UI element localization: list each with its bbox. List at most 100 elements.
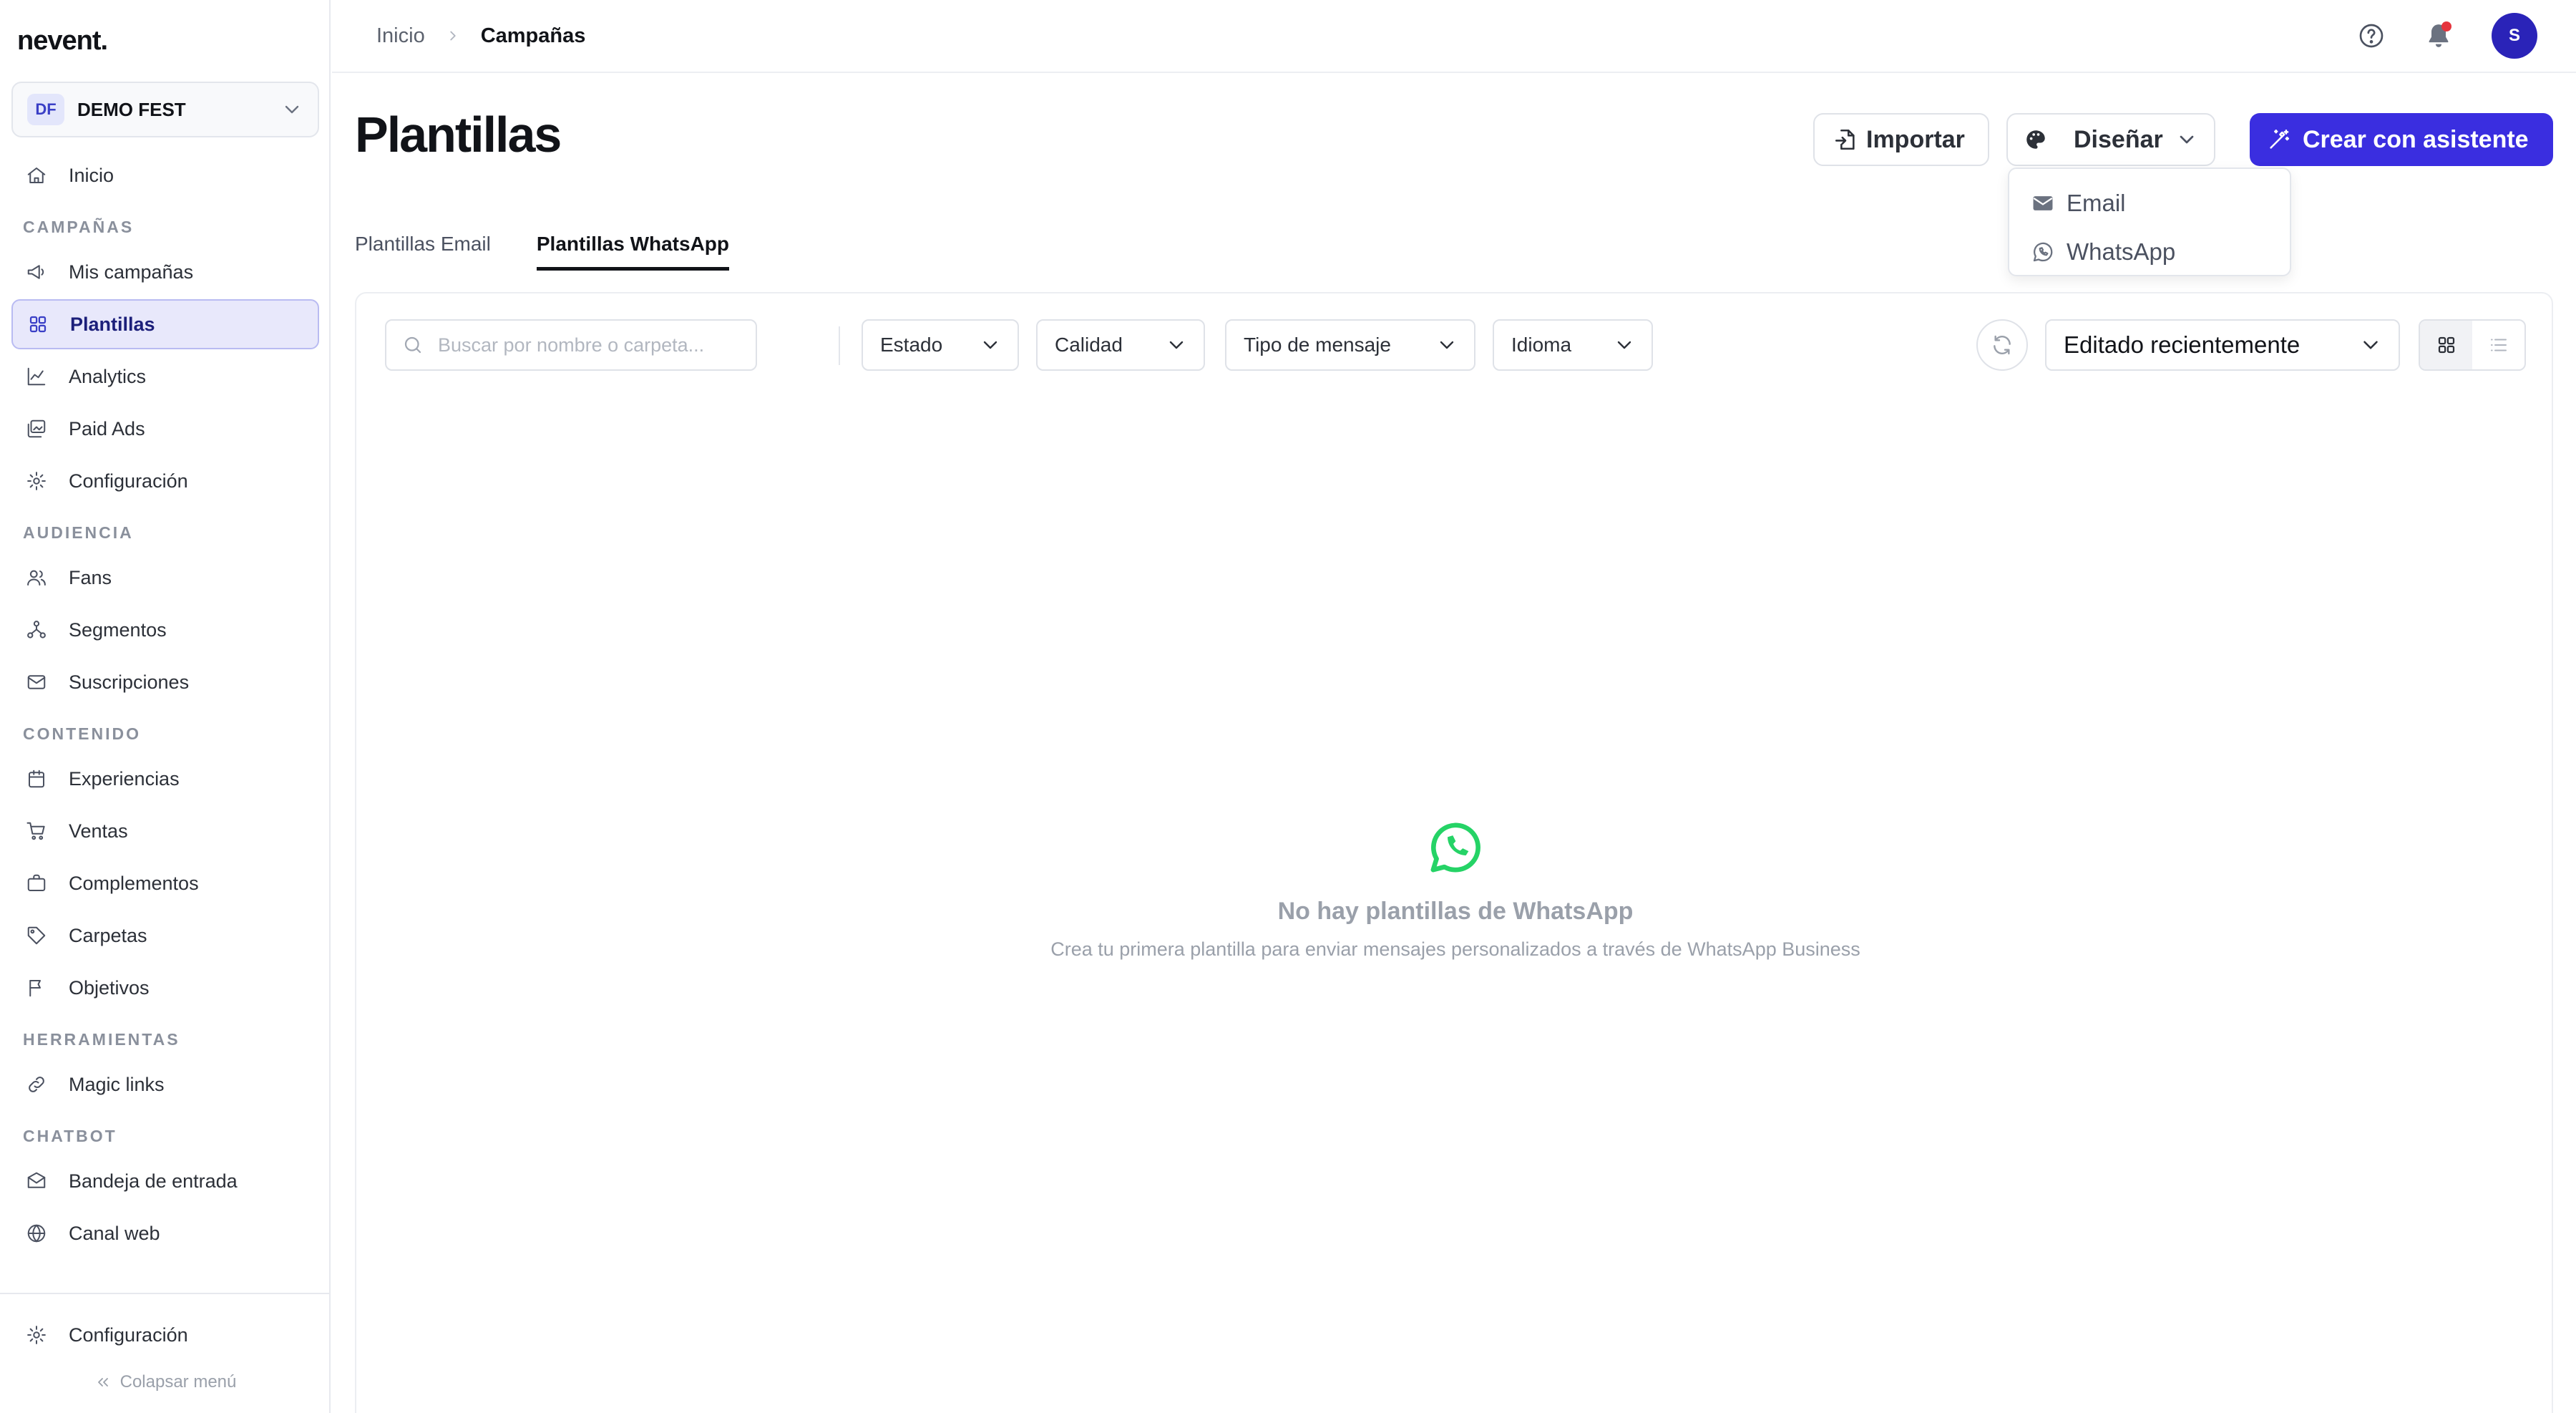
sidebar-item-configuracion[interactable]: Configuración xyxy=(11,1310,319,1360)
sidebar-item-paid-ads[interactable]: Paid Ads xyxy=(11,404,319,454)
sidebar-item-magic-links[interactable]: Magic links xyxy=(11,1059,319,1109)
sidebar-item-objetivos[interactable]: Objetivos xyxy=(11,963,319,1013)
sidebar-item-plantillas[interactable]: Plantillas xyxy=(11,299,319,349)
tab-plantillas-whatsapp[interactable]: Plantillas WhatsApp xyxy=(536,218,730,271)
sidebar-item-canal-web[interactable]: Canal web xyxy=(11,1208,319,1258)
whatsapp-icon xyxy=(2033,242,2053,262)
sidebar-item-label: Configuración xyxy=(69,470,188,492)
sidebar-item-ventas[interactable]: Ventas xyxy=(11,806,319,856)
sidebar-item-configuracion-campanas[interactable]: Configuración xyxy=(11,456,319,506)
grid-icon xyxy=(2438,336,2454,354)
design-menu-whatsapp-label: WhatsApp xyxy=(2067,238,2176,265)
whatsapp-icon xyxy=(1430,822,1480,873)
empty-state-subtitle: Crea tu primera plantilla para enviar me… xyxy=(1050,938,1860,960)
empty-state: No hay plantillas de WhatsApp Crea tu pr… xyxy=(356,816,2555,961)
user-avatar[interactable]: S xyxy=(2492,13,2537,59)
file-import-icon xyxy=(1835,129,1855,150)
design-menu-email[interactable]: Email xyxy=(2009,179,2290,228)
sidebar-item-segmentos[interactable]: Segmentos xyxy=(11,605,319,655)
create-with-assistant-button[interactable]: Crear con asistente xyxy=(2250,113,2553,166)
magic-wand-icon xyxy=(2270,129,2290,149)
search-box[interactable] xyxy=(385,319,757,371)
chevrons-left-icon xyxy=(97,1378,108,1387)
workspace-name: DEMO FEST xyxy=(77,98,186,120)
refresh-icon xyxy=(1994,335,2011,355)
design-button[interactable]: Diseñar xyxy=(2006,113,2215,166)
breadcrumb-campanas: Campañas xyxy=(480,24,586,47)
chart-line-icon xyxy=(27,367,46,386)
import-button-label: Importar xyxy=(1866,125,1965,153)
chevron-down-icon xyxy=(2180,135,2194,144)
filter-tipo-label: Tipo de mensaje xyxy=(1244,334,1391,356)
help-button[interactable] xyxy=(2357,21,2386,50)
sidebar-item-suscripciones[interactable]: Suscripciones xyxy=(11,657,319,707)
sidebar-item-label: Canal web xyxy=(69,1222,160,1244)
chevron-down-icon xyxy=(2363,341,2378,349)
sidebar-item-label: Bandeja de entrada xyxy=(69,1170,238,1192)
section-label-contenido: CONTENIDO xyxy=(23,724,141,743)
search-input[interactable] xyxy=(438,334,746,356)
workspace-selector[interactable]: DF DEMO FEST xyxy=(11,82,319,137)
workspace-badge: DF xyxy=(27,94,64,125)
list-view-button[interactable] xyxy=(2472,321,2524,369)
palette-icon xyxy=(2026,130,2045,149)
users-icon xyxy=(27,570,46,586)
link-icon xyxy=(29,1077,44,1092)
chevron-down-icon xyxy=(983,341,997,349)
sidebar-item-label: Paid Ads xyxy=(69,417,145,440)
sidebar-item-inicio[interactable]: Inicio xyxy=(11,150,319,200)
filter-calidad-label: Calidad xyxy=(1055,334,1123,356)
grid-view-button[interactable] xyxy=(2420,321,2472,369)
chevron-down-icon xyxy=(1169,341,1184,349)
image-stack-icon xyxy=(27,419,46,438)
filter-tipo-de-mensaje[interactable]: Tipo de mensaje xyxy=(1225,319,1475,371)
cart-icon xyxy=(26,822,45,840)
toolbar-divider xyxy=(839,326,840,365)
filter-estado[interactable]: Estado xyxy=(862,319,1019,371)
segments-icon xyxy=(27,621,46,638)
gear-icon xyxy=(27,472,46,490)
sidebar-item-bandeja-de-entrada[interactable]: Bandeja de entrada xyxy=(11,1156,319,1206)
sidebar-item-label: Suscripciones xyxy=(69,671,190,693)
briefcase-icon xyxy=(27,874,46,891)
sidebar-footer: Configuración Colapsar menú xyxy=(0,1293,331,1400)
sidebar-item-label: Magic links xyxy=(69,1073,165,1095)
sidebar-item-complementos[interactable]: Complementos xyxy=(11,858,319,908)
sidebar-item-label: Experiencias xyxy=(69,767,180,790)
help-icon xyxy=(2359,24,2384,48)
import-button[interactable]: Importar xyxy=(1813,113,1989,166)
sidebar-item-experiencias[interactable]: Experiencias xyxy=(11,754,319,804)
sidebar-item-label: Plantillas xyxy=(70,313,155,335)
tab-plantillas-email[interactable]: Plantillas Email xyxy=(355,218,491,271)
sidebar-item-mis-campanas[interactable]: Mis campañas xyxy=(11,247,319,297)
filter-idioma[interactable]: Idioma xyxy=(1493,319,1653,371)
sidebar-item-label: Configuración xyxy=(69,1324,188,1346)
megaphone-icon xyxy=(27,265,44,279)
design-menu-whatsapp[interactable]: WhatsApp xyxy=(2009,228,2290,276)
collapse-menu-button[interactable]: Colapsar menú xyxy=(0,1364,331,1400)
mail-icon xyxy=(27,675,46,689)
calendar-icon xyxy=(29,769,44,788)
sidebar-item-analytics[interactable]: Analytics xyxy=(11,351,319,402)
page-title: Plantillas xyxy=(355,107,562,162)
tag-icon xyxy=(27,926,46,945)
create-button-label: Crear con asistente xyxy=(2303,125,2529,153)
sidebar-item-carpetas[interactable]: Carpetas xyxy=(11,911,319,961)
breadcrumb-inicio[interactable]: Inicio xyxy=(376,24,425,48)
topbar-actions: S xyxy=(2357,13,2537,59)
section-label-audiencia: AUDIENCIA xyxy=(23,523,134,542)
section-label-campanas: CAMPAÑAS xyxy=(23,218,135,236)
sidebar-item-label: Fans xyxy=(69,566,112,588)
chevron-down-icon xyxy=(285,105,299,114)
globe-icon xyxy=(27,1224,46,1243)
sidebar-item-label: Mis campañas xyxy=(69,261,194,283)
app-logo[interactable]: nevent. xyxy=(17,26,108,57)
sidebar-item-fans[interactable]: Fans xyxy=(11,553,319,603)
refresh-button[interactable] xyxy=(1976,319,2028,371)
sort-select[interactable]: Editado recientemente xyxy=(2045,319,2400,371)
template-tabs: Plantillas Email Plantillas WhatsApp xyxy=(355,218,775,271)
filter-calidad[interactable]: Calidad xyxy=(1036,319,1205,371)
filter-idioma-label: Idioma xyxy=(1511,334,1572,356)
notifications-button[interactable] xyxy=(2424,21,2453,50)
view-toggle xyxy=(2419,319,2526,371)
